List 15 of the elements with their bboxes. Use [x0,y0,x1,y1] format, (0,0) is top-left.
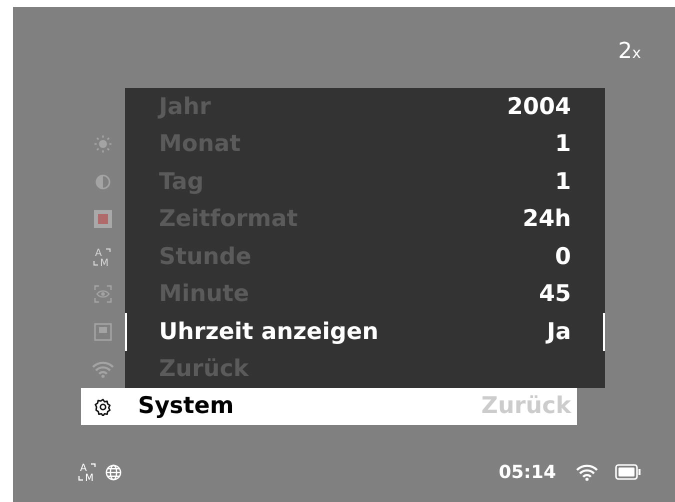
zoom-unit: x [632,46,641,61]
settings-icon [94,398,112,416]
contrast-icon [95,174,111,190]
clock-time: 05:14 [498,460,556,484]
globe-icon [105,464,122,480]
eye-frame-icon [94,285,112,304]
wifi-signal-icon [576,464,598,480]
wifi-icon [92,360,114,378]
battery-icon [615,464,641,480]
display-icon [94,322,112,341]
category-label: System [138,392,234,422]
zoom-value: 2 [618,41,632,63]
color-square-icon [94,210,112,228]
brightness-icon [94,135,112,154]
menu-item[interactable]: Uhrzeit anzeigen Ja [125,313,605,350]
